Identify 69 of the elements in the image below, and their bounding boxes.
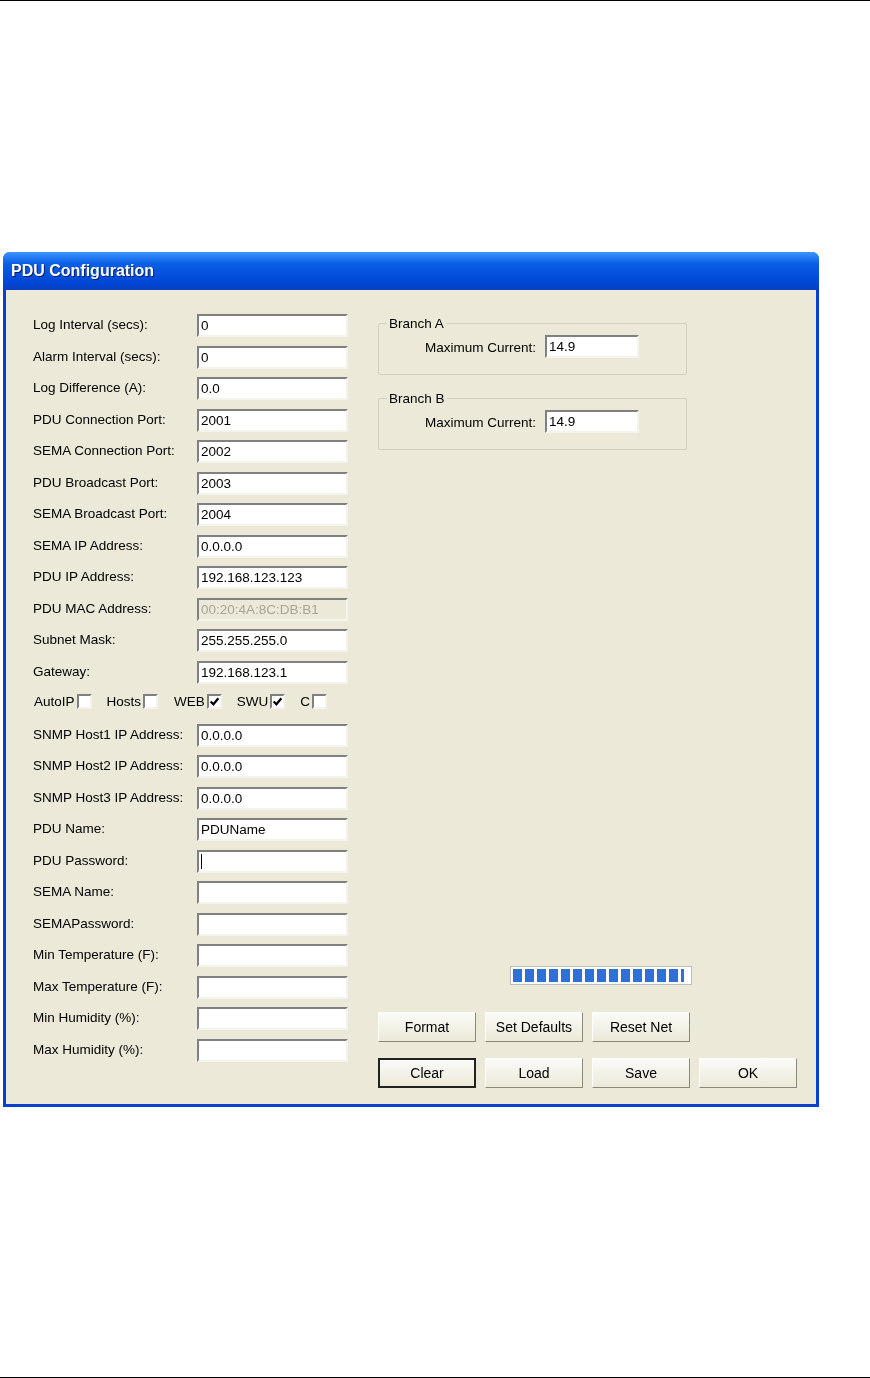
field-label: Min Humidity (%): <box>33 1009 141 1025</box>
input-field[interactable]: 2003 <box>197 471 348 495</box>
input-field[interactable]: 14.9 <box>545 410 640 433</box>
field-label: Log Interval (secs): <box>33 316 149 332</box>
field-label: Maximum Current: <box>425 415 537 430</box>
group-title: Branch B <box>388 391 446 406</box>
field-label: SEMAPassword: <box>33 914 136 931</box>
dialog-button[interactable]: Load <box>485 1058 583 1088</box>
field-label: SNMP Host2 IP Address: <box>33 757 185 773</box>
dialog-button[interactable]: Set Defaults <box>485 1012 583 1042</box>
input-field[interactable]: 192.168.123.1 <box>197 660 348 684</box>
input-field[interactable] <box>197 1007 348 1030</box>
checkbox[interactable] <box>312 694 328 709</box>
input-field[interactable] <box>197 1038 348 1062</box>
checkbox[interactable] <box>76 694 92 709</box>
field-label: SEMA Connection Port: <box>33 442 176 458</box>
field-label: PDU Connection Port: <box>33 410 167 427</box>
input-field[interactable]: PDUName <box>197 818 348 841</box>
field-label: Log Difference (A): <box>33 379 148 395</box>
checkbox-label: Hosts <box>106 694 142 709</box>
field-label: SNMP Host3 IP Address: <box>33 788 185 805</box>
field-label: Alarm Interval (secs): <box>33 347 162 364</box>
field-label: PDU Password: <box>33 851 130 868</box>
checkbox-label: AutoIP <box>34 694 75 709</box>
field-label: Subnet Mask: <box>33 631 117 647</box>
field-label: Maximum Current: <box>425 340 537 355</box>
checkbox[interactable] <box>206 694 222 709</box>
input-field[interactable] <box>197 912 348 936</box>
input-field[interactable]: 2001 <box>197 408 348 432</box>
field-label: SEMA IP Address: <box>33 536 145 553</box>
field-label: Max Humidity (%): <box>33 1040 145 1057</box>
field-label: PDU Name: <box>33 820 106 836</box>
input-field[interactable]: 0 <box>197 345 348 369</box>
input-field[interactable] <box>197 975 348 999</box>
input-field[interactable]: 14.9 <box>545 335 640 358</box>
checkbox-label: C <box>300 694 311 709</box>
input-field[interactable]: 0.0.0.0 <box>197 755 348 778</box>
input-field[interactable]: 2002 <box>197 440 348 463</box>
field-label: SEMA Broadcast Port: <box>33 505 169 521</box>
field-label: PDU Broadcast Port: <box>33 473 160 490</box>
field-label: Max Temperature (F): <box>33 977 164 994</box>
input-field[interactable]: 0 <box>197 314 348 337</box>
input-field[interactable]: 192.168.123.123 <box>197 566 348 589</box>
input-field[interactable]: 0.0 <box>197 377 348 400</box>
input-field[interactable]: 0.0.0.0 <box>197 786 348 810</box>
group-title: Branch A <box>388 316 445 331</box>
input-field[interactable] <box>197 881 348 904</box>
input-field[interactable]: 255.255.255.0 <box>197 629 348 652</box>
checkbox-label: SWU <box>236 694 269 709</box>
field-label: PDU MAC Address: <box>33 599 153 616</box>
dialog-button[interactable]: Clear <box>378 1058 476 1088</box>
checkbox-label: WEB <box>174 694 205 709</box>
field-label: Min Temperature (F): <box>33 946 160 962</box>
field-label: SNMP Host1 IP Address: <box>33 725 185 742</box>
field-label: PDU IP Address: <box>33 568 136 584</box>
window-title: PDU Configuration <box>11 262 155 280</box>
dialog-button[interactable]: Reset Net <box>592 1012 690 1042</box>
input-field[interactable]: 0.0.0.0 <box>197 723 348 747</box>
field-label: Gateway: <box>33 662 92 679</box>
dialog-button[interactable]: Save <box>592 1058 690 1088</box>
checkbox[interactable] <box>270 694 286 709</box>
field-label: SEMA Name: <box>33 883 116 899</box>
input-field[interactable]: 2004 <box>197 503 348 526</box>
input-field[interactable]: 0.0.0.0 <box>197 534 348 558</box>
input-field[interactable] <box>197 944 348 967</box>
input-field[interactable] <box>197 849 348 873</box>
dialog-button[interactable]: OK <box>699 1058 797 1088</box>
checkbox[interactable] <box>143 694 159 709</box>
dialog-button[interactable]: Format <box>378 1012 476 1042</box>
